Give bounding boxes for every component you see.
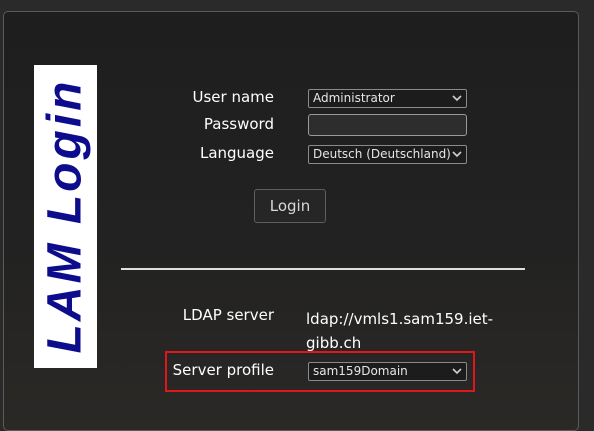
divider bbox=[121, 268, 525, 270]
login-button[interactable]: Login bbox=[254, 189, 326, 223]
lam-login-logo: LAM Login bbox=[34, 65, 97, 368]
chevron-down-icon bbox=[451, 90, 463, 107]
ldap-server-label: LDAP server bbox=[182, 306, 274, 324]
logo-text: LAM Login bbox=[38, 78, 92, 354]
password-input[interactable] bbox=[308, 114, 467, 136]
username-select-value: Administrator bbox=[313, 91, 395, 105]
server-profile-highlight bbox=[165, 351, 475, 392]
chevron-down-icon bbox=[451, 146, 463, 163]
ldap-server-value: ldap://vmls1.sam159.iet-gibb.ch bbox=[306, 310, 494, 352]
language-select[interactable]: Deutsch (Deutschland) bbox=[308, 145, 467, 164]
username-select[interactable]: Administrator bbox=[308, 89, 467, 108]
username-label: User name bbox=[192, 88, 275, 106]
language-select-value: Deutsch (Deutschland) bbox=[313, 147, 450, 161]
language-label: Language bbox=[199, 144, 274, 162]
password-label: Password bbox=[203, 115, 274, 133]
